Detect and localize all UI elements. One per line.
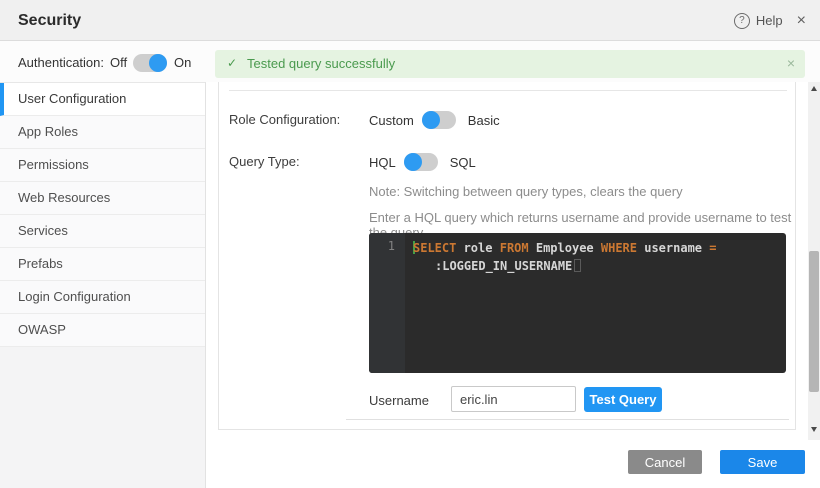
test-query-button[interactable]: Test Query xyxy=(584,387,662,412)
sidebar-item-app-roles[interactable]: App Roles xyxy=(0,116,205,149)
section-divider-top xyxy=(229,90,787,91)
authentication-toggle[interactable] xyxy=(133,54,167,72)
query-option-sql[interactable]: SQL xyxy=(450,155,476,170)
vertical-scrollbar[interactable] xyxy=(808,82,820,440)
save-button[interactable]: Save xyxy=(720,450,805,474)
banner-close-icon[interactable]: × xyxy=(787,55,795,71)
section-divider-bottom xyxy=(346,419,789,420)
sidebar-item-owasp[interactable]: OWASP xyxy=(0,314,205,347)
query-type-label: Query Type: xyxy=(229,154,300,169)
sidebar-item-user-configuration[interactable]: User Configuration xyxy=(0,83,205,116)
role-option-custom[interactable]: Custom xyxy=(369,113,414,128)
scroll-up-icon[interactable] xyxy=(811,86,817,91)
editor-line-number: 1 xyxy=(369,233,405,373)
toggle-knob xyxy=(149,54,167,72)
code-token-keyword: FROM xyxy=(500,241,529,255)
authentication-row: Authentication: Off On ✓ Tested query su… xyxy=(0,41,820,82)
username-input[interactable] xyxy=(451,386,576,412)
settings-panel: Role Configuration: Custom Basic Query T… xyxy=(218,82,796,430)
sidebar-item-login-configuration[interactable]: Login Configuration xyxy=(0,281,205,314)
code-token-keyword: WHERE xyxy=(601,241,637,255)
authentication-option-on[interactable]: On xyxy=(174,55,191,70)
code-token-plain: Employee xyxy=(529,241,601,255)
query-option-hql[interactable]: HQL xyxy=(369,155,396,170)
check-icon: ✓ xyxy=(227,56,237,70)
page-title: Security xyxy=(18,0,81,41)
scroll-down-icon[interactable] xyxy=(811,427,817,432)
code-token-plain: username xyxy=(637,241,709,255)
query-code-editor[interactable]: 1 SELECT role FROM Employee WHERE userna… xyxy=(369,233,786,373)
role-configuration-label: Role Configuration: xyxy=(229,112,340,127)
sidebar: User ConfigurationApp RolesPermissionsWe… xyxy=(0,82,206,488)
help-button[interactable]: ? Help xyxy=(734,13,783,29)
banner-message: Tested query successfully xyxy=(247,56,395,71)
cancel-button[interactable]: Cancel xyxy=(628,450,702,474)
sidebar-item-services[interactable]: Services xyxy=(0,215,205,248)
authentication-option-off[interactable]: Off xyxy=(110,55,127,70)
toggle-knob xyxy=(404,153,422,171)
header-bar: Security ? Help × xyxy=(0,0,820,41)
security-dialog: Security ? Help × Authentication: Off On… xyxy=(0,0,820,488)
help-icon: ? xyxy=(734,13,750,29)
help-label: Help xyxy=(756,13,783,28)
role-configuration-toggle[interactable] xyxy=(422,111,456,129)
query-note: Note: Switching between query types, cle… xyxy=(369,184,683,199)
close-icon[interactable]: × xyxy=(797,13,806,29)
sidebar-item-permissions[interactable]: Permissions xyxy=(0,149,205,182)
role-option-basic[interactable]: Basic xyxy=(468,113,500,128)
success-banner: ✓ Tested query successfully × xyxy=(215,50,805,78)
query-type-toggle[interactable] xyxy=(404,153,438,171)
editor-code[interactable]: SELECT role FROM Employee WHERE username… xyxy=(405,233,786,373)
scrollbar-thumb[interactable] xyxy=(809,251,819,392)
username-label: Username xyxy=(369,393,429,408)
code-token-keyword: SELECT xyxy=(413,241,456,255)
code-token-plain: role xyxy=(456,241,499,255)
toggle-knob xyxy=(422,111,440,129)
editor-end-marker xyxy=(574,259,581,272)
sidebar-item-prefabs[interactable]: Prefabs xyxy=(0,248,205,281)
authentication-label: Authentication: xyxy=(18,55,104,70)
sidebar-item-web-resources[interactable]: Web Resources xyxy=(0,182,205,215)
